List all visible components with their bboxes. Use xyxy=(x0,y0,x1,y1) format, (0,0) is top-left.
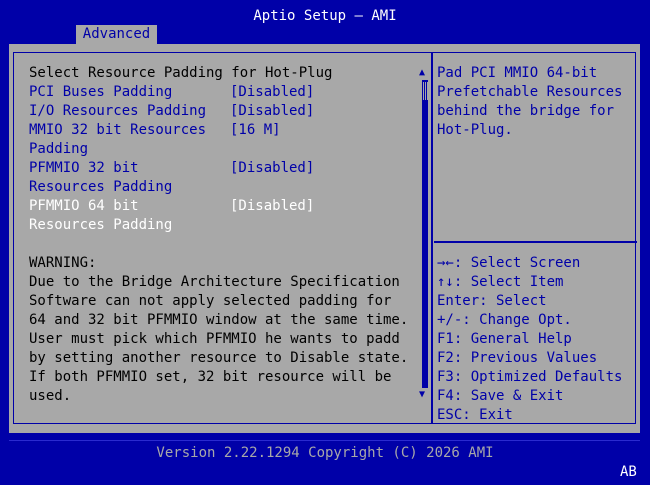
setting-pfmmio32-padding-label[interactable]: PFMMIO 32 bit xyxy=(29,159,139,178)
setting-pfmmio32-padding-label-cont[interactable]: Resources Padding xyxy=(29,178,172,197)
warning-line: used. xyxy=(29,388,72,404)
warning-line: WARNING: xyxy=(29,255,97,271)
setting-io-resources-padding-value[interactable]: [Disabled] xyxy=(230,102,314,121)
scroll-down-arrow-icon[interactable]: ▼ xyxy=(419,390,425,400)
warning-line: User must pick which PFMMIO he wants to … xyxy=(29,331,400,347)
help-description-line: behind the bridge for xyxy=(437,103,615,119)
footer-divider xyxy=(9,440,640,441)
setting-pfmmio64-padding-value[interactable]: [Disabled] xyxy=(230,197,314,216)
setting-pci-buses-padding-value[interactable]: [Disabled] xyxy=(230,83,314,102)
warning-line: 64 and 32 bit PFMMIO window at the same … xyxy=(29,312,409,328)
help-key-select-screen: →←: Select Screen xyxy=(437,255,581,271)
status-badge: AB xyxy=(620,464,637,480)
help-description-line: Prefetchable Resources xyxy=(437,84,623,100)
warning-line: Software can not apply selected padding … xyxy=(29,293,392,309)
help-key-f2: F2: Previous Values xyxy=(437,350,598,366)
window-title: Aptio Setup – AMI xyxy=(253,8,397,24)
help-description-line: Hot-Plug. xyxy=(437,122,513,138)
scrollbar-thumb[interactable] xyxy=(422,82,428,100)
setting-io-resources-padding-label[interactable]: I/O Resources Padding xyxy=(29,102,206,121)
warning-line: If both PFMMIO set, 32 bit resource will… xyxy=(29,369,392,385)
warning-line: Due to the Bridge Architecture Specifica… xyxy=(29,274,400,290)
help-key-f1: F1: General Help xyxy=(437,331,572,347)
setting-mmio32-padding-label[interactable]: MMIO 32 bit Resources xyxy=(29,121,206,140)
help-description-line: Pad PCI MMIO 64-bit xyxy=(437,65,598,81)
help-key-enter: Enter: Select xyxy=(437,293,547,309)
help-key-esc: ESC: Exit xyxy=(437,407,513,423)
help-key-f4: F4: Save & Exit xyxy=(437,388,564,404)
tab-advanced[interactable]: Advanced xyxy=(76,25,157,44)
setting-pfmmio64-padding-label[interactable]: PFMMIO 64 bit xyxy=(29,197,139,216)
help-key-change-opt: +/-: Change Opt. xyxy=(437,312,572,328)
setting-pci-buses-padding-label[interactable]: PCI Buses Padding xyxy=(29,83,172,102)
warning-line: by setting another resource to Disable s… xyxy=(29,350,409,366)
setting-pfmmio32-padding-value[interactable]: [Disabled] xyxy=(230,159,314,178)
setting-pfmmio64-padding-label-cont[interactable]: Resources Padding xyxy=(29,216,172,235)
version-footer: Version 2.22.1294 Copyright (C) 2026 AMI xyxy=(156,445,494,461)
section-title: Select Resource Padding for Hot-Plug xyxy=(29,65,333,81)
help-key-select-item: ↑↓: Select Item xyxy=(437,274,564,290)
help-divider xyxy=(434,241,637,243)
scroll-up-arrow-icon[interactable]: ▲ xyxy=(419,68,425,78)
panel-divider xyxy=(431,52,433,424)
setting-mmio32-padding-value[interactable]: [16 M] xyxy=(230,121,281,140)
setting-mmio32-padding-label-cont[interactable]: Padding xyxy=(29,140,88,159)
help-key-f3: F3: Optimized Defaults xyxy=(437,369,623,385)
scrollbar-track[interactable] xyxy=(422,80,428,388)
